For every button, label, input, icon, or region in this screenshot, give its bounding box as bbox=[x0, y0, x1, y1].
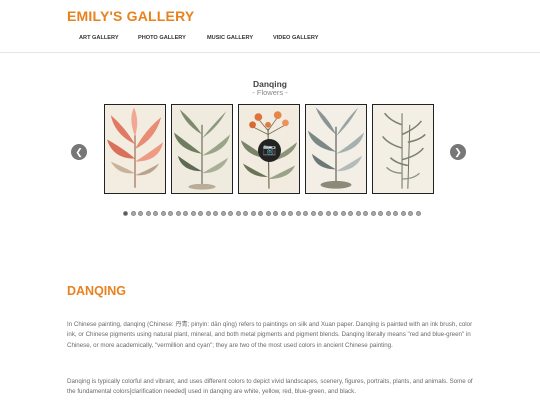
slider-dot[interactable] bbox=[280, 211, 286, 216]
slider-dot[interactable] bbox=[310, 211, 316, 216]
gallery-thumbnail-1[interactable] bbox=[104, 104, 166, 194]
gallery-thumbnail-5[interactable] bbox=[372, 104, 434, 194]
slider-dot[interactable] bbox=[175, 211, 181, 216]
chevron-right-icon: ❯ bbox=[454, 147, 462, 157]
slider-dot[interactable] bbox=[153, 211, 158, 216]
nav-video-gallery[interactable]: VIDEO GALLERY bbox=[273, 35, 318, 41]
slider-dot[interactable] bbox=[385, 211, 391, 216]
slider-dot[interactable] bbox=[363, 211, 368, 216]
gallery-subtitle: - Flowers - bbox=[252, 88, 288, 97]
slider-dot[interactable] bbox=[198, 211, 203, 216]
slider-dot[interactable] bbox=[318, 211, 323, 216]
painting-red-leaves bbox=[105, 105, 165, 193]
chevron-left-icon: ❮ bbox=[75, 147, 83, 157]
slider-dot[interactable] bbox=[355, 211, 361, 216]
slider-dot[interactable] bbox=[250, 211, 256, 216]
nav-music-gallery[interactable]: MUSIC GALLERY bbox=[207, 35, 253, 41]
slider-dot[interactable] bbox=[205, 211, 211, 216]
slider-dot[interactable] bbox=[123, 211, 128, 216]
slider-dot[interactable] bbox=[288, 211, 293, 216]
nav-art-gallery[interactable]: ART GALLERY bbox=[79, 35, 119, 41]
nav-photo-gallery[interactable]: PHOTO GALLERY bbox=[138, 35, 186, 41]
painting-green-plant bbox=[172, 105, 232, 193]
slider-dot[interactable] bbox=[160, 211, 166, 216]
article-paragraph-2: Danqing is typically colorful and vibran… bbox=[67, 378, 473, 396]
slider-dot[interactable] bbox=[303, 211, 308, 216]
slider-dot[interactable] bbox=[235, 211, 241, 216]
slider-dot[interactable] bbox=[370, 211, 376, 216]
painting-bamboo bbox=[373, 105, 433, 193]
slider-dot[interactable] bbox=[138, 211, 143, 216]
slider-dot[interactable] bbox=[190, 211, 196, 216]
slider-dot[interactable] bbox=[220, 211, 226, 216]
slider-dot[interactable] bbox=[265, 211, 271, 216]
slider-dot[interactable] bbox=[168, 211, 173, 216]
camera-button[interactable]: 📷 bbox=[258, 139, 281, 162]
slider-dot[interactable] bbox=[408, 211, 413, 216]
slider-dot[interactable] bbox=[183, 211, 188, 216]
painting-grey-leaves bbox=[306, 105, 366, 193]
site-logo[interactable]: EMILY'S GALLERY bbox=[67, 8, 194, 24]
slider-dot[interactable] bbox=[415, 211, 421, 216]
slider-dot[interactable] bbox=[400, 211, 406, 216]
slider-dot[interactable] bbox=[130, 211, 136, 216]
slider-dot[interactable] bbox=[258, 211, 263, 216]
slider-dot[interactable] bbox=[393, 211, 398, 216]
slider-dot[interactable] bbox=[243, 211, 248, 216]
gallery-thumbnail-2[interactable] bbox=[171, 104, 233, 194]
slider-dot[interactable] bbox=[378, 211, 383, 216]
slider-dot[interactable] bbox=[348, 211, 353, 216]
next-arrow-button[interactable]: ❯ bbox=[450, 144, 466, 160]
section-heading: DANQING bbox=[67, 284, 127, 298]
prev-arrow-button[interactable]: ❮ bbox=[71, 144, 87, 160]
slider-dot[interactable] bbox=[295, 211, 301, 216]
gallery-thumbnail-4[interactable] bbox=[305, 104, 367, 194]
slider-dot[interactable] bbox=[325, 211, 331, 216]
slider-dot[interactable] bbox=[333, 211, 338, 216]
camera-icon: 📷 bbox=[262, 144, 277, 156]
slider-dot[interactable] bbox=[145, 211, 151, 216]
article-paragraph-1: In Chinese painting, danqing (Chinese: 丹… bbox=[67, 321, 473, 349]
slider-dot[interactable] bbox=[228, 211, 233, 216]
site-header: EMILY'S GALLERY ART GALLERY PHOTO GALLER… bbox=[0, 0, 540, 53]
slider-dot[interactable] bbox=[340, 211, 346, 216]
slider-dot[interactable] bbox=[273, 211, 278, 216]
slider-dot[interactable] bbox=[213, 211, 218, 216]
